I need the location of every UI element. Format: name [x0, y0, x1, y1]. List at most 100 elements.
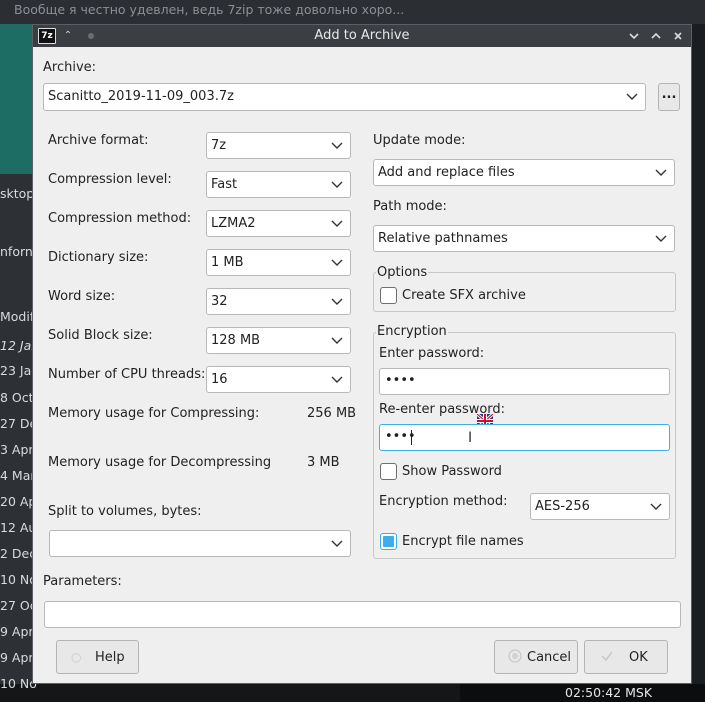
- memory-compress-value: 256 MB: [307, 406, 357, 421]
- cpu-threads-value: 16: [211, 372, 228, 387]
- compression-method-combo[interactable]: LZMA2: [206, 210, 351, 237]
- dictionary-size-combo[interactable]: 1 MB: [206, 249, 351, 276]
- cancel-button[interactable]: Cancel: [494, 640, 578, 674]
- compression-level-combo[interactable]: Fast: [206, 171, 351, 198]
- memory-compress-label: Memory usage for Compressing:: [48, 406, 260, 421]
- enter-password-input[interactable]: ••••: [379, 368, 670, 395]
- solid-block-size-combo[interactable]: 128 MB: [206, 327, 351, 354]
- minimize-icon[interactable]: [626, 28, 642, 44]
- parameters-input[interactable]: [44, 601, 681, 628]
- add-to-archive-dialog: 7z ⌃ Add to Archive Archive: Scanitto_20…: [32, 24, 692, 684]
- path-mode-combo[interactable]: Relative pathnames: [373, 225, 675, 252]
- background-window-header: Вообще я честно удевлен, ведь 7zip тоже …: [0, 0, 705, 24]
- background-text: 3 Apr: [0, 442, 34, 457]
- chevron-down-icon: [655, 235, 667, 242]
- dictionary-size-value: 1 MB: [211, 255, 244, 270]
- chevron-down-icon: [650, 503, 662, 510]
- parameters-label: Parameters:: [43, 574, 122, 589]
- ok-button[interactable]: OK: [584, 640, 668, 674]
- chevron-down-icon: [331, 259, 343, 266]
- chevron-down-icon: [331, 220, 343, 227]
- title-bar[interactable]: 7z ⌃ Add to Archive: [33, 25, 691, 47]
- background-text: 20 Ap: [0, 494, 37, 509]
- chevron-down-icon: [331, 376, 343, 383]
- background-text: 12 Jar: [0, 338, 37, 353]
- chevron-down-icon: [331, 298, 343, 305]
- compression-level-value: Fast: [211, 177, 238, 192]
- background-text: 2 Dec: [0, 546, 37, 561]
- background-window-text: Вообще я честно удевлен, ведь 7zip тоже …: [14, 2, 405, 17]
- archive-label: Archive:: [43, 60, 97, 75]
- compression-level-label: Compression level:: [48, 172, 172, 187]
- encryption-method-label: Encryption method:: [379, 494, 508, 509]
- update-mode-label: Update mode:: [373, 133, 466, 148]
- update-mode-combo[interactable]: Add and replace files: [373, 159, 675, 186]
- background-text: 12 Au: [0, 520, 37, 535]
- cpu-threads-combo[interactable]: 16: [206, 366, 351, 393]
- background-right-strip: [690, 24, 705, 684]
- options-group-title: Options: [376, 265, 429, 280]
- archive-path-combo[interactable]: Scanitto_2019-11-09_003.7z: [43, 83, 646, 111]
- memory-decompress-label: Memory usage for Decompressing: [48, 455, 272, 470]
- word-size-label: Word size:: [48, 289, 116, 304]
- chevron-down-icon: [331, 540, 343, 547]
- split-volumes-combo[interactable]: [49, 530, 351, 557]
- chevron-down-icon: [331, 337, 343, 344]
- cpu-threads-label: Number of CPU threads:: [48, 367, 206, 382]
- background-text: 9 Apr: [0, 624, 34, 639]
- close-icon[interactable]: [670, 28, 686, 44]
- path-mode-label: Path mode:: [373, 199, 447, 214]
- compression-method-value: LZMA2: [211, 216, 256, 231]
- help-icon: ○: [71, 650, 82, 664]
- solid-block-size-label: Solid Block size:: [48, 328, 153, 343]
- checkmark-icon: [600, 649, 614, 663]
- show-password-checkbox[interactable]: [380, 463, 397, 480]
- encrypt-names-checkbox[interactable]: [380, 533, 397, 550]
- background-text: 9 Apr: [0, 650, 34, 665]
- encryption-method-value: AES-256: [535, 499, 590, 514]
- background-text: Modif: [0, 309, 35, 324]
- help-button[interactable]: ○ Help: [56, 640, 139, 674]
- compression-method-label: Compression method:: [48, 211, 192, 226]
- enter-password-value: ••••: [385, 373, 416, 388]
- split-volumes-label: Split to volumes, bytes:: [48, 504, 202, 519]
- enter-password-label: Enter password:: [379, 346, 485, 361]
- checkbox-checked-indicator: [383, 536, 394, 547]
- reenter-password-input[interactable]: •••• I: [379, 424, 670, 451]
- help-button-label: Help: [95, 650, 125, 665]
- archive-format-value: 7z: [211, 138, 227, 153]
- update-mode-value: Add and replace files: [378, 165, 515, 180]
- path-mode-value: Relative pathnames: [378, 231, 508, 246]
- dictionary-size-label: Dictionary size:: [48, 250, 149, 265]
- ok-button-label: OK: [629, 650, 648, 665]
- chevron-down-icon: [655, 169, 667, 176]
- encryption-group-title: Encryption: [376, 324, 448, 339]
- encryption-method-combo[interactable]: AES-256: [530, 493, 670, 520]
- archive-path-value: Scanitto_2019-11-09_003.7z: [48, 89, 234, 104]
- archive-format-label: Archive format:: [48, 133, 149, 148]
- background-text: 8 Oct: [0, 390, 34, 405]
- show-password-label[interactable]: Show Password: [402, 464, 502, 479]
- create-sfx-label[interactable]: Create SFX archive: [402, 288, 526, 303]
- taskbar-clock: 02:50:42 MSK: [565, 685, 653, 700]
- background-text: 23 Jar: [0, 363, 37, 378]
- create-sfx-checkbox[interactable]: [380, 287, 397, 304]
- encrypt-names-label[interactable]: Encrypt file names: [402, 534, 524, 549]
- text-cursor: [411, 430, 412, 445]
- background-text: 4 Mar: [0, 468, 36, 483]
- dialog-title: Add to Archive: [314, 28, 410, 43]
- chevron-down-icon: [331, 142, 343, 149]
- word-size-combo[interactable]: 32: [206, 288, 351, 315]
- chevron-down-icon: [331, 181, 343, 188]
- memory-decompress-value: 3 MB: [307, 455, 340, 470]
- solid-block-size-value: 128 MB: [211, 333, 261, 348]
- word-size-value: 32: [211, 294, 228, 309]
- ibeam-pointer-icon: I: [468, 430, 473, 446]
- archive-format-combo[interactable]: 7z: [206, 132, 351, 159]
- cancel-icon: [508, 649, 522, 663]
- background-text: sktop: [0, 186, 35, 201]
- background-text: nforn: [0, 244, 33, 259]
- browse-button[interactable]: ...: [658, 83, 680, 111]
- maximize-icon[interactable]: [648, 28, 664, 44]
- chevron-down-icon: [626, 93, 638, 100]
